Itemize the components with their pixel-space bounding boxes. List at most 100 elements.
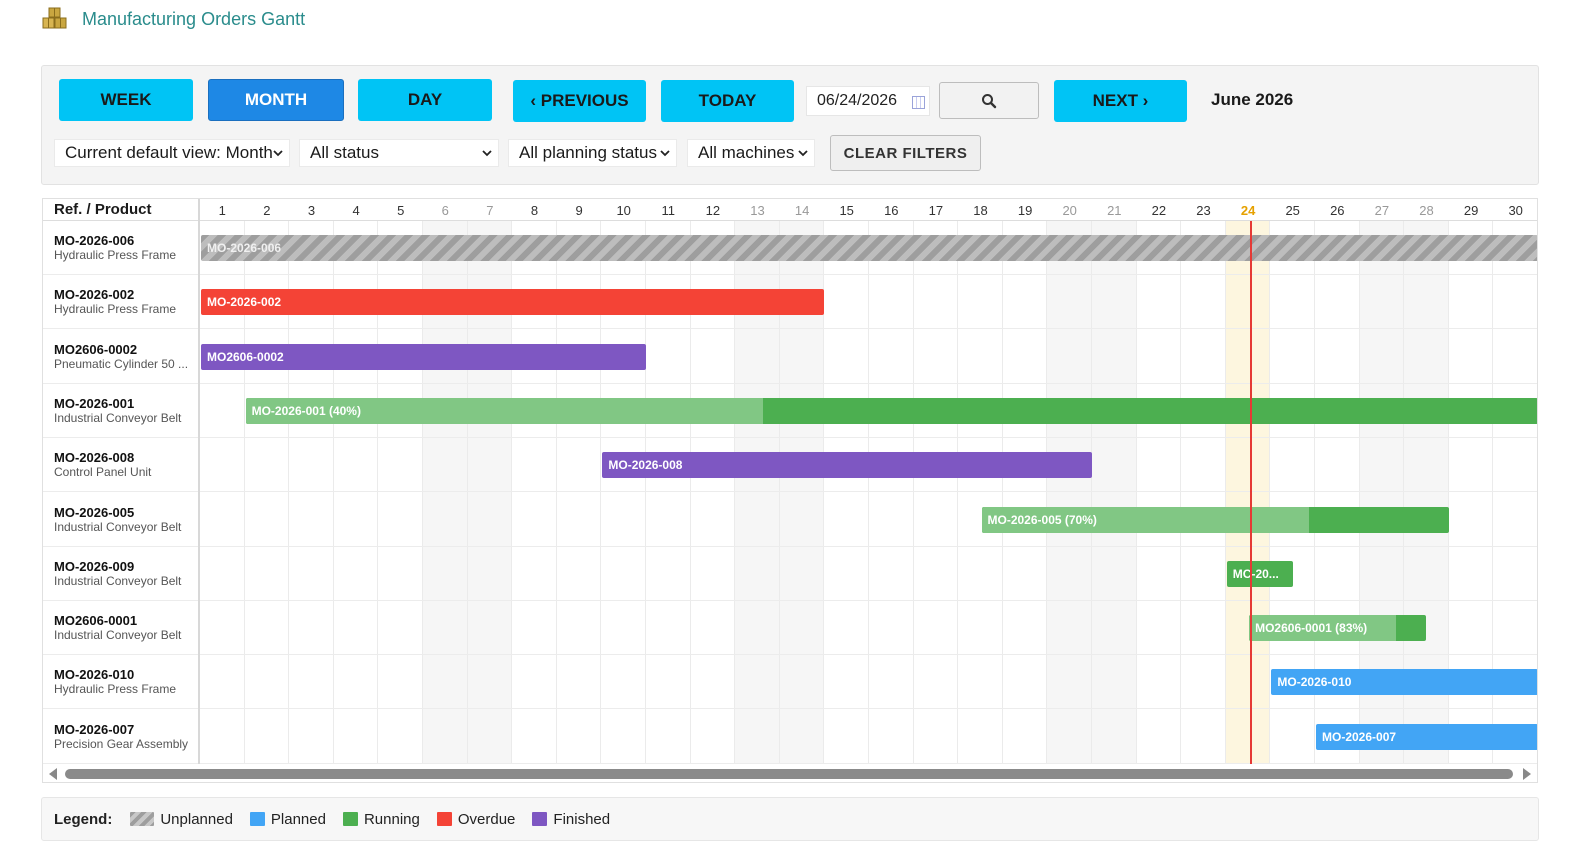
previous-button[interactable]: ‹ PREVIOUS	[513, 80, 646, 122]
day-label: 24	[1240, 202, 1256, 218]
legend-item-planned: Planned	[249, 810, 326, 828]
product-name: Hydraulic Press Frame	[54, 302, 177, 317]
day-label: 9	[575, 202, 583, 218]
legend-item-unplanned: Unplanned	[130, 811, 233, 828]
month-view-button[interactable]: MONTH	[208, 79, 344, 121]
gantt-chart: Ref. / Product 1 2 3 4 5 6 7 8 9 10 11 12 13 14 15 16 17…	[42, 198, 1538, 783]
product-name: Hydraulic Press Frame	[54, 248, 177, 262]
legend-swatch	[436, 812, 452, 826]
chevron-down-icon	[482, 150, 492, 157]
day-label: 13	[750, 202, 765, 218]
planning-status-value: All planning status	[519, 143, 657, 162]
product-name: Pneumatic Cylinder 50 ...	[54, 356, 189, 371]
legend-item-overdue: Overdue	[436, 810, 516, 828]
day-label: 11	[661, 202, 676, 218]
order-ref[interactable]: MO-2026-006	[54, 233, 134, 248]
order-ref[interactable]: MO-2026-010	[54, 667, 134, 682]
day-label: 6	[441, 202, 449, 218]
legend-label: Unplanned	[160, 810, 233, 828]
day-label: 27	[1374, 202, 1390, 218]
product-name: Industrial Conveyor Belt	[54, 628, 182, 643]
order-bar[interactable]: MO2606-0002	[201, 343, 646, 370]
order-bar[interactable]: MO2606-0001 (83%)	[1249, 615, 1427, 642]
order-bar[interactable]: MO-2026-005 (70%)	[981, 506, 1449, 533]
order-bar[interactable]: MO-2026-008	[602, 452, 1092, 479]
order-bar[interactable]: MO-2026-007	[1316, 723, 1537, 750]
order-ref[interactable]: MO-2026-009	[54, 559, 134, 574]
legend-swatch	[342, 812, 358, 826]
order-ref[interactable]: MO2606-0002	[54, 342, 137, 357]
bar-label: MO2606-0001 (83%)	[1255, 621, 1368, 636]
gantt-row: MO-2026-007 Precision Gear Assembly	[43, 710, 1537, 764]
day-label: 3	[307, 202, 316, 218]
order-ref[interactable]: MO-2026-005	[54, 505, 134, 520]
order-bar[interactable]: MO-2026-010	[1271, 669, 1537, 696]
day-label: 8	[530, 202, 539, 218]
order-bar[interactable]: MO-2026-001 (40%)	[245, 397, 1537, 424]
day-label: 21	[1107, 202, 1122, 218]
product-name: Control Panel Unit	[54, 465, 152, 480]
search-icon	[982, 93, 997, 108]
day-label: 30	[1508, 202, 1523, 218]
today-marker-line	[1250, 221, 1253, 764]
legend-label: Planned	[270, 810, 326, 828]
day-label: 22	[1151, 202, 1167, 218]
day-label: 4	[352, 202, 360, 218]
period-label: June 2026	[1211, 90, 1294, 109]
legend-label: Running	[363, 810, 420, 828]
bar-label: MO2606-0002	[207, 349, 284, 364]
product-name: Hydraulic Press Frame	[54, 682, 177, 697]
machines-select[interactable]: All machines	[687, 139, 815, 167]
ref-product-header: Ref. / Product	[54, 201, 152, 218]
order-ref[interactable]: MO-2026-002	[54, 287, 134, 302]
chevron-down-icon	[660, 150, 670, 157]
order-ref[interactable]: MO2606-0001	[54, 613, 137, 628]
default-view-value: Current default view: Month	[65, 143, 273, 162]
bar-label: MO-2026-006	[207, 241, 282, 255]
bar-label: MO-2026-005 (70%)	[987, 512, 1097, 527]
order-ref[interactable]: MO-2026-007	[54, 722, 134, 737]
day-label: 15	[839, 202, 854, 218]
bar-label: MO-2026-002	[207, 295, 282, 310]
order-bar[interactable]: MO-2026-006	[201, 235, 1537, 261]
legend-label: Overdue	[457, 810, 516, 828]
planning-status-select[interactable]: All planning status	[508, 139, 677, 167]
clear-filters-button[interactable]: CLEAR FILTERS	[830, 135, 981, 171]
day-label: 25	[1285, 202, 1300, 218]
day-view-button[interactable]: DAY	[358, 79, 492, 121]
horizontal-scrollbar[interactable]	[43, 764, 1537, 782]
today-button[interactable]: TODAY	[661, 80, 794, 122]
week-view-button[interactable]: WEEK	[59, 79, 193, 121]
product-name: Industrial Conveyor Belt	[54, 573, 182, 588]
order-ref[interactable]: MO-2026-001	[54, 396, 134, 411]
scrollbar-thumb[interactable]	[65, 769, 1513, 779]
bar-label: MO-2026-007	[1322, 729, 1397, 744]
status-value: All status	[310, 143, 379, 162]
boxes-icon	[42, 7, 67, 29]
day-label: 20	[1062, 202, 1077, 218]
order-ref[interactable]: MO-2026-008	[54, 450, 134, 465]
day-label: 19	[1017, 202, 1033, 218]
date-field[interactable]: 06/24/2026	[806, 86, 930, 116]
scroll-right-icon[interactable]	[1523, 768, 1531, 780]
gantt-row: MO-2026-009 Industrial Conveyor Belt	[43, 547, 1537, 601]
order-bar[interactable]: MO-2026-002	[201, 289, 825, 316]
bar-label: MC-20...	[1232, 566, 1279, 581]
legend-swatch	[249, 812, 265, 826]
day-label: 7	[486, 202, 494, 218]
default-view-select[interactable]: Current default view: Month	[54, 139, 290, 167]
day-label: 29	[1463, 202, 1479, 218]
product-name: Industrial Conveyor Belt	[54, 519, 182, 534]
legend-swatch	[532, 812, 548, 826]
search-button[interactable]	[939, 82, 1039, 119]
next-button[interactable]: NEXT ›	[1054, 80, 1187, 122]
order-bar[interactable]: MC-20...	[1226, 560, 1293, 587]
day-label: 14	[794, 202, 810, 218]
status-select[interactable]: All status	[299, 139, 499, 167]
legend-label: Finished	[553, 810, 611, 828]
bar-label: MO-2026-001 (40%)	[251, 403, 361, 418]
calendar-icon[interactable]	[912, 96, 925, 109]
scroll-left-icon[interactable]	[49, 768, 57, 780]
day-label: 23	[1196, 202, 1211, 218]
bar-label: MO-2026-008	[608, 458, 683, 473]
